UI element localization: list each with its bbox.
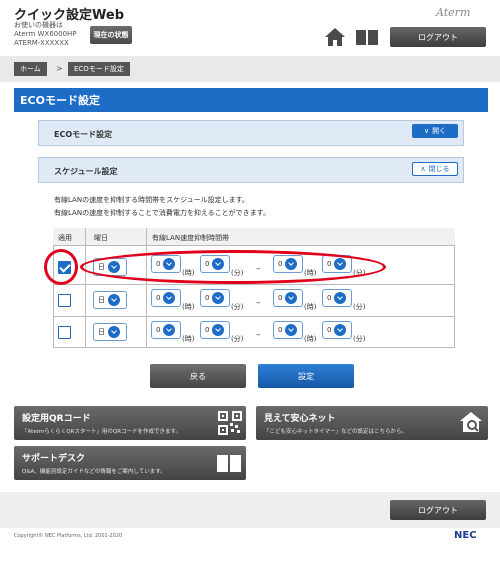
header-time: 有線LAN速度抑制時間帯: [152, 234, 230, 242]
current-status-button[interactable]: 現在の状態: [90, 26, 132, 44]
description-line-1: 有線LANの速度を抑制する時間帯をスケジュール設定します。: [54, 196, 249, 204]
qr-code-tile[interactable]: 設定用QRコード 「AtermらくらくQRスタート」用のQRコードを作成できます…: [14, 406, 246, 440]
header-apply: 適用: [58, 234, 72, 242]
table-header: [53, 228, 455, 246]
device-info: お使いの機器は Aterm WX6000HP ATERM-XXXXXX: [14, 21, 77, 48]
schedule-close-label: 閉じる: [428, 165, 450, 173]
eco-open-label: 開く: [432, 127, 447, 135]
chevron-down-icon: [108, 294, 120, 306]
chevron-up-icon: ∧: [420, 165, 426, 173]
minute-unit: (分): [353, 335, 366, 343]
chevron-down-icon: [163, 324, 176, 336]
nec-logo: NEC: [454, 530, 477, 541]
device-id: ATERM-XXXXXX: [14, 39, 69, 47]
chevron-down-icon: [108, 326, 120, 338]
hour-unit: (時): [304, 335, 317, 343]
schedule-close-button[interactable]: ∧ 閉じる: [412, 162, 458, 176]
qr-tile-title: 設定用QRコード: [22, 414, 91, 424]
row-3-end-minute[interactable]: 0: [322, 321, 352, 339]
row-2-start-hour[interactable]: 0: [151, 289, 181, 307]
range-dash: –: [256, 330, 261, 340]
book-icon: [217, 455, 241, 472]
book-icon[interactable]: [354, 27, 380, 47]
header-day: 曜日: [94, 234, 108, 242]
range-dash: –: [256, 298, 261, 308]
breadcrumb-home[interactable]: ホーム: [14, 62, 47, 76]
row-3-end-minute-value: 0: [327, 326, 332, 334]
support-tile-sub: Q&A、機能別設定ガイドなどの情報をご案内しています。: [22, 469, 166, 475]
schedule-section-label: スケジュール設定: [54, 167, 118, 176]
safe-tile-sub: 「こども安心ネットタイマー」などの設定はこちらから。: [264, 429, 408, 435]
row-2-end-minute[interactable]: 0: [322, 289, 352, 307]
row-2-end-minute-value: 0: [327, 294, 332, 302]
aterm-logo: Aterm: [436, 6, 471, 19]
row-3-apply-checkbox[interactable]: [58, 326, 71, 339]
chevron-down-icon: [163, 292, 176, 304]
breadcrumb-separator: >: [56, 64, 63, 73]
minute-unit: (分): [231, 303, 244, 311]
table-divider: [53, 284, 455, 285]
row-3-day-value: 日: [98, 328, 105, 336]
qr-code-icon: [218, 411, 242, 435]
row-3-start-minute[interactable]: 0: [200, 321, 230, 339]
row-3-day-select[interactable]: 日: [93, 323, 127, 341]
row-3-start-minute-value: 0: [205, 326, 210, 334]
device-label: お使いの機器は: [14, 21, 63, 29]
chevron-down-icon: [285, 292, 298, 304]
set-button[interactable]: 設定: [258, 364, 354, 388]
row-2-day-select[interactable]: 日: [93, 291, 127, 309]
highlight-ellipse-row: [80, 250, 386, 284]
hour-unit: (時): [182, 303, 195, 311]
mieru-anshin-net-tile[interactable]: 見えて安心ネット 「こども安心ネットタイマー」などの設定はこちらから。: [256, 406, 488, 440]
row-3-start-hour[interactable]: 0: [151, 321, 181, 339]
chevron-down-icon: [212, 324, 225, 336]
description-line-2: 有線LANの速度を抑制することで消費電力を抑えることができます。: [54, 209, 270, 217]
device-model: Aterm WX6000HP: [14, 30, 77, 38]
chevron-down-icon: [334, 292, 347, 304]
table-divider: [53, 316, 455, 317]
row-2-end-hour[interactable]: 0: [273, 289, 303, 307]
house-search-icon: [460, 412, 482, 432]
table-divider: [146, 228, 147, 348]
row-2-day-value: 日: [98, 296, 105, 304]
hour-unit: (時): [182, 335, 195, 343]
chevron-down-icon: [334, 324, 347, 336]
eco-section-label: ECOモード設定: [54, 130, 113, 139]
page-title: ECOモード設定: [14, 88, 488, 112]
back-button[interactable]: 戻る: [150, 364, 246, 388]
hour-unit: (時): [304, 303, 317, 311]
support-tile-title: サポートデスク: [22, 454, 86, 464]
qr-tile-sub: 「AtermらくらくQRスタート」用のQRコードを作成できます。: [22, 429, 181, 435]
row-3-start-hour-value: 0: [156, 326, 161, 334]
row-2-end-hour-value: 0: [278, 294, 283, 302]
safe-tile-title: 見えて安心ネット: [264, 414, 336, 424]
eco-open-button[interactable]: ∨ 開く: [412, 124, 458, 138]
table-divider: [85, 228, 86, 348]
row-2-start-minute[interactable]: 0: [200, 289, 230, 307]
support-desk-tile[interactable]: サポートデスク Q&A、機能別設定ガイドなどの情報をご案内しています。: [14, 446, 246, 480]
chevron-down-icon: [285, 324, 298, 336]
chevron-down-icon: [212, 292, 225, 304]
row-2-start-hour-value: 0: [156, 294, 161, 302]
minute-unit: (分): [231, 335, 244, 343]
logout-button[interactable]: ログアウト: [390, 27, 486, 47]
highlight-circle-checkbox: [44, 249, 78, 285]
home-icon[interactable]: [324, 27, 346, 47]
row-3-end-hour-value: 0: [278, 326, 283, 334]
row-2-apply-checkbox[interactable]: [58, 294, 71, 307]
row-3-end-hour[interactable]: 0: [273, 321, 303, 339]
chevron-down-icon: ∨: [423, 127, 430, 135]
logout-button-bottom[interactable]: ログアウト: [390, 500, 486, 520]
copyright: Copyright© NEC Platforms, Ltd. 2001-2020: [14, 533, 123, 539]
row-2-start-minute-value: 0: [205, 294, 210, 302]
minute-unit: (分): [353, 303, 366, 311]
breadcrumb-current: ECOモード設定: [68, 62, 130, 76]
